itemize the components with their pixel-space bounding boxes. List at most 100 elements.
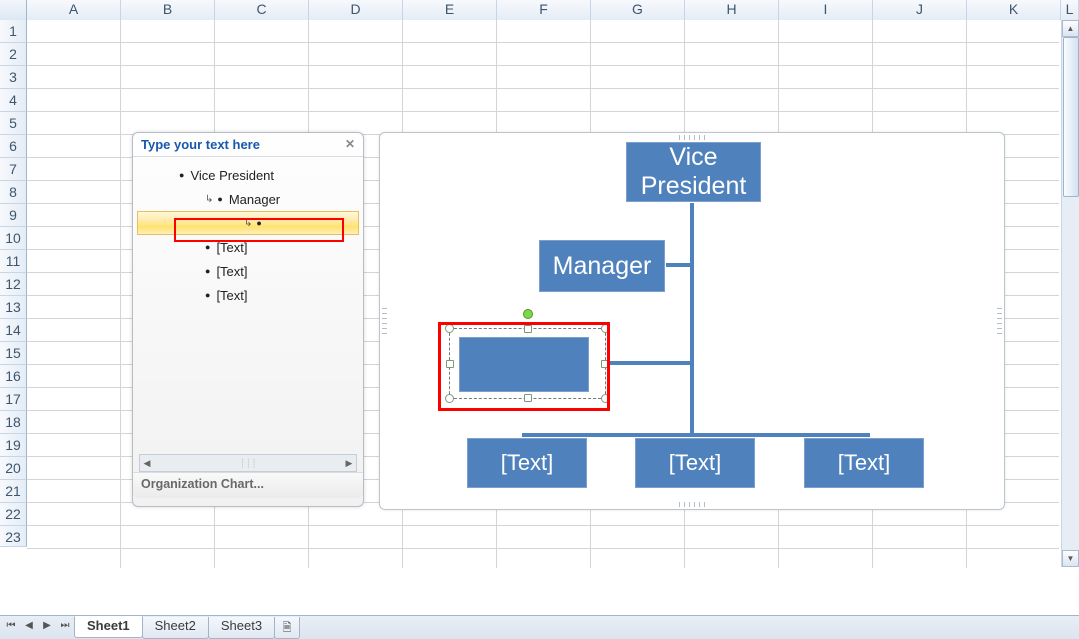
col-header[interactable]: F [497, 0, 591, 20]
text-pane-footer[interactable]: Organization Chart... [133, 472, 363, 498]
close-icon[interactable]: ✕ [345, 137, 355, 152]
resize-handle[interactable] [446, 360, 454, 368]
resize-grip-icon[interactable] [997, 308, 1002, 334]
scroll-thumb[interactable] [1063, 37, 1079, 197]
row-header[interactable]: 4 [0, 89, 27, 112]
bullet-icon: ● [205, 290, 210, 300]
col-header[interactable]: A [27, 0, 121, 20]
org-node-vice-president[interactable]: Vice President [625, 141, 762, 203]
row-header[interactable]: 9 [0, 204, 27, 227]
bullet-icon: ● [179, 170, 184, 180]
row-header[interactable]: 14 [0, 319, 27, 342]
new-sheet-icon: 🗎 [283, 619, 292, 638]
resize-grip-icon[interactable] [679, 135, 705, 140]
sheet-tab-active[interactable]: Sheet1 [74, 616, 143, 638]
text-pane-item[interactable]: ● [Text] [137, 283, 359, 307]
text-pane-item[interactable]: ↳ ● Manager [137, 187, 359, 211]
col-header[interactable]: I [779, 0, 873, 20]
row-header[interactable]: 5 [0, 112, 27, 135]
col-header[interactable]: G [591, 0, 685, 20]
sheet-tab-new[interactable]: 🗎 [274, 617, 300, 639]
text-pane-item-label: [Text] [216, 264, 247, 279]
col-header[interactable]: H [685, 0, 779, 20]
row-header[interactable]: 10 [0, 227, 27, 250]
resize-handle[interactable] [601, 324, 610, 333]
text-pane-item[interactable]: ● [Text] [137, 259, 359, 283]
row-header[interactable]: 12 [0, 273, 27, 296]
row-header[interactable]: 18 [0, 411, 27, 434]
col-header[interactable]: D [309, 0, 403, 20]
smartart-canvas[interactable]: Vice President Manager [Text] [Text] [Te… [379, 132, 1005, 510]
resize-handle[interactable] [524, 325, 532, 333]
sheet-nav-next[interactable]: ▶ [38, 617, 56, 635]
col-header[interactable]: J [873, 0, 967, 20]
bullet-icon: ● [205, 266, 210, 276]
smartart-text-pane[interactable]: Type your text here ✕ ● Vice President ↳… [132, 132, 364, 507]
resize-handle[interactable] [601, 360, 609, 368]
resize-grip-icon[interactable] [679, 502, 705, 507]
sheet-nav-prev[interactable]: ◀ [20, 617, 38, 635]
bullet-icon: ● [217, 194, 222, 204]
sheet-nav-first[interactable]: ⏮ [2, 617, 20, 635]
text-pane-body[interactable]: ● Vice President ↳ ● Manager ↳ ● ● [Text… [133, 157, 363, 454]
text-pane-item[interactable]: ● Vice President [137, 163, 359, 187]
row-header[interactable]: 17 [0, 388, 27, 411]
row-header[interactable]: 16 [0, 365, 27, 388]
row-header[interactable]: 6 [0, 135, 27, 158]
org-node-manager[interactable]: Manager [538, 239, 666, 293]
indent-arrow-icon: ↳ [244, 218, 252, 229]
row-header[interactable]: 8 [0, 181, 27, 204]
row-header[interactable]: 21 [0, 480, 27, 503]
row-header[interactable]: 19 [0, 434, 27, 457]
row-header[interactable]: 1 [0, 20, 27, 43]
connector-line [690, 203, 694, 433]
row-headers: 1 2 3 4 5 6 7 8 9 10 11 12 13 14 15 16 1… [0, 20, 27, 547]
resize-handle[interactable] [445, 394, 454, 403]
row-header[interactable]: 7 [0, 158, 27, 181]
resize-handle[interactable] [601, 394, 610, 403]
sheet-tab[interactable]: Sheet3 [208, 617, 275, 639]
text-pane-item-label: [Text] [216, 240, 247, 255]
text-pane-item-selected[interactable]: ↳ ● [137, 211, 359, 235]
row-header[interactable]: 13 [0, 296, 27, 319]
rotate-handle[interactable] [523, 309, 533, 319]
text-pane-hscroll[interactable]: ◀ ┊┊┊ ▶ [139, 454, 357, 472]
sheet-nav-last[interactable]: ⏭ [56, 617, 74, 635]
bullet-icon: ● [205, 242, 210, 252]
col-header[interactable]: K [967, 0, 1061, 20]
connector-line [606, 361, 692, 365]
text-pane-title: Type your text here [141, 137, 260, 152]
text-pane-item-label: [Text] [216, 288, 247, 303]
vertical-scrollbar[interactable]: ▲ ▼ [1061, 20, 1079, 567]
text-pane-item-label: Manager [229, 192, 280, 207]
col-header[interactable]: B [121, 0, 215, 20]
col-header[interactable]: C [215, 0, 309, 20]
resize-grip-icon[interactable] [382, 308, 387, 334]
scroll-left-icon[interactable]: ◀ [140, 456, 154, 470]
org-node-text[interactable]: [Text] [466, 437, 588, 489]
row-header[interactable]: 20 [0, 457, 27, 480]
sheet-tab[interactable]: Sheet2 [142, 617, 209, 639]
row-header[interactable]: 3 [0, 66, 27, 89]
resize-handle[interactable] [524, 394, 532, 402]
scroll-down-icon[interactable]: ▼ [1062, 550, 1079, 567]
col-header[interactable]: E [403, 0, 497, 20]
row-header[interactable]: 23 [0, 526, 27, 547]
text-pane-item[interactable]: ● [Text] [137, 235, 359, 259]
org-node-text[interactable]: [Text] [803, 437, 925, 489]
org-node-text[interactable]: [Text] [634, 437, 756, 489]
scroll-right-icon[interactable]: ▶ [342, 456, 356, 470]
column-headers: A B C D E F G H I J K L [0, 0, 1079, 20]
resize-handle[interactable] [445, 324, 454, 333]
col-header[interactable]: L [1061, 0, 1079, 20]
row-header[interactable]: 15 [0, 342, 27, 365]
row-header[interactable]: 22 [0, 503, 27, 526]
select-all-corner[interactable] [0, 0, 27, 20]
text-pane-title-bar: Type your text here ✕ [133, 133, 363, 157]
org-node-empty[interactable] [458, 336, 590, 393]
row-header[interactable]: 2 [0, 43, 27, 66]
scroll-up-icon[interactable]: ▲ [1062, 20, 1079, 37]
indent-arrow-icon: ↳ [205, 194, 213, 205]
selected-shape-outline[interactable] [449, 328, 606, 399]
row-header[interactable]: 11 [0, 250, 27, 273]
